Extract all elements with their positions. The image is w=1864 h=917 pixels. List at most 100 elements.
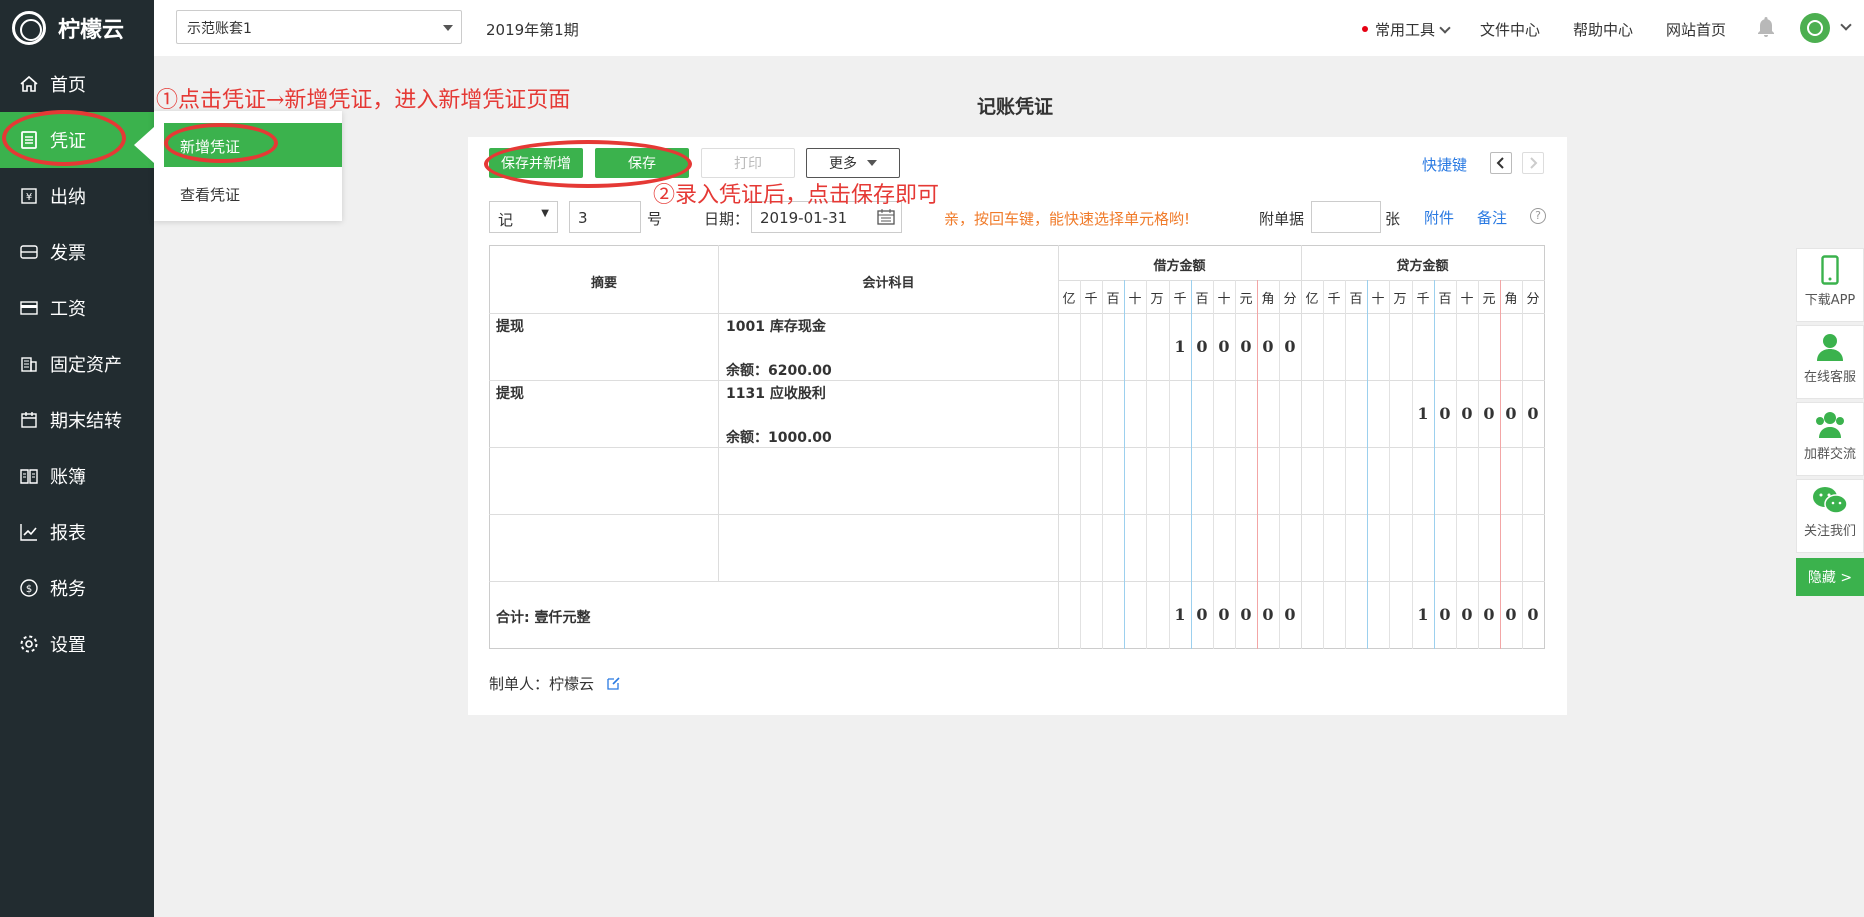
help-icon[interactable]: ?: [1530, 208, 1546, 224]
notification-dot: [1362, 26, 1368, 32]
digit-divider: [1124, 280, 1125, 649]
row4-summary-cell[interactable]: [490, 516, 718, 581]
row1-balance: 余额：6200.00: [726, 363, 832, 379]
sidebar-item-reports[interactable]: 报表: [0, 504, 154, 560]
maker-name: 柠檬云: [549, 675, 595, 693]
debit-unit-label: 万: [1150, 292, 1164, 307]
column-account: 会计科目: [862, 276, 915, 291]
digit-divider: [1500, 280, 1501, 649]
avatar-chevron-down-icon[interactable]: [1840, 19, 1852, 31]
row-divider: [489, 447, 1545, 448]
row4-account-cell[interactable]: [720, 516, 1057, 581]
chart-icon: [18, 521, 40, 543]
credit-unit-label: 百: [1438, 292, 1452, 307]
row1-debit-digit: 1: [1174, 337, 1186, 356]
row1-summary[interactable]: 提现: [496, 316, 524, 336]
sidebar-item-settings[interactable]: 设置: [0, 616, 154, 672]
row3-summary-cell[interactable]: [490, 449, 718, 514]
nav-common-tools[interactable]: 常用工具: [1375, 19, 1451, 40]
gear-icon: [18, 633, 40, 655]
sidebar-item-label: 期末结转: [50, 411, 122, 432]
voucher-type-select[interactable]: 记 ▼: [489, 201, 558, 233]
sidebar-item-label: 税务: [50, 579, 86, 600]
sidebar-item-tax[interactable]: $ 税务: [0, 560, 154, 616]
credit-unit-label: 万: [1393, 292, 1407, 307]
column-credit: 贷方金额: [1396, 259, 1449, 274]
person-icon: [1817, 334, 1843, 361]
row1-debit-digit: 0: [1262, 337, 1274, 356]
row1-account[interactable]: 1001 库存现金: [726, 316, 826, 336]
row2-balance: 余额：1000.00: [726, 430, 832, 446]
sidebar-item-ledger[interactable]: 账簿: [0, 448, 154, 504]
svg-text:¥: ¥: [26, 192, 32, 203]
row2-credit-digit: 0: [1461, 404, 1473, 423]
debit-unit-label: 百: [1195, 292, 1209, 307]
digit-divider: [1169, 280, 1170, 649]
caret-down-icon: [867, 160, 877, 166]
calendar-icon[interactable]: [877, 209, 895, 225]
edit-icon[interactable]: [607, 676, 621, 690]
credit-unit-label: 千: [1416, 292, 1430, 307]
debit-unit-label: 千: [1173, 292, 1187, 307]
row1-debit-digit: 0: [1218, 337, 1230, 356]
sidebar-item-label: 账簿: [50, 467, 86, 488]
attachment-link[interactable]: 附件: [1424, 207, 1454, 228]
row2-account[interactable]: 1131 应收股利: [726, 383, 826, 403]
total-credit-digit: 0: [1461, 605, 1473, 624]
debit-unit-label: 十: [1217, 292, 1231, 307]
float-download-app[interactable]: 下载APP: [1796, 248, 1864, 322]
hide-float-bar-button[interactable]: 隐藏 >: [1796, 558, 1864, 596]
row3-account-cell[interactable]: [720, 449, 1057, 514]
calendar-icon: [18, 409, 40, 431]
total-credit-digit: 0: [1505, 605, 1517, 624]
total-debit-digit: 0: [1196, 605, 1208, 624]
account-set-select[interactable]: 示范账套1: [176, 10, 462, 44]
more-button[interactable]: 更多: [806, 148, 900, 178]
debit-unit-label: 亿: [1062, 292, 1076, 307]
salary-icon: [18, 297, 40, 319]
group-icon: [1816, 412, 1844, 438]
float-follow-us[interactable]: 关注我们: [1796, 479, 1864, 553]
current-period: 2019年第1期: [486, 21, 579, 39]
logo[interactable]: 柠檬云: [0, 0, 154, 56]
sidebar-item-fixed-assets[interactable]: 固定资产: [0, 336, 154, 392]
nav-file-center[interactable]: 文件中心: [1480, 19, 1540, 40]
tax-icon: $: [18, 577, 40, 599]
digit-divider: [1412, 280, 1413, 649]
attachment-count-input[interactable]: [1311, 201, 1381, 233]
sidebar-item-invoice[interactable]: 发票: [0, 224, 154, 280]
row-divider: [489, 313, 1545, 314]
remark-link[interactable]: 备注: [1477, 207, 1507, 228]
print-button[interactable]: 打印: [701, 148, 795, 178]
sidebar-item-cashier[interactable]: ¥ 出纳: [0, 168, 154, 224]
sidebar-item-period-end[interactable]: 期末结转: [0, 392, 154, 448]
submenu-view-voucher[interactable]: 查看凭证: [164, 171, 342, 215]
credit-unit-label: 十: [1460, 292, 1474, 307]
prev-voucher-button[interactable]: [1490, 152, 1512, 174]
next-voucher-button[interactable]: [1522, 152, 1544, 174]
nav-website-home[interactable]: 网站首页: [1666, 19, 1726, 40]
user-avatar[interactable]: [1800, 13, 1830, 43]
ledger-icon: [18, 465, 40, 487]
voucher-number-input[interactable]: 3: [569, 201, 641, 233]
row1-debit-digit: 0: [1284, 337, 1296, 356]
brand-name: 柠檬云: [58, 18, 125, 43]
bell-icon[interactable]: [1756, 16, 1776, 38]
column-summary: 摘要: [590, 276, 617, 291]
row2-summary[interactable]: 提现: [496, 383, 524, 403]
float-join-group[interactable]: 加群交流: [1796, 402, 1864, 476]
debit-unit-label: 百: [1106, 292, 1120, 307]
total-credit-digit: 0: [1439, 605, 1451, 624]
row-divider: [489, 514, 1545, 515]
float-online-service[interactable]: 在线客服: [1796, 325, 1864, 399]
nav-help-center[interactable]: 帮助中心: [1573, 19, 1633, 40]
debit-unit-label: 角: [1261, 292, 1275, 307]
row2-credit-digit: 0: [1527, 404, 1539, 423]
chevron-left-icon: [1496, 157, 1504, 169]
row1-debit-digit: 0: [1196, 337, 1208, 356]
sidebar: 首页 凭证 ¥ 出纳 发票 工资 固定资产 期末结转 账簿 报表 $ 税务 设置: [0, 56, 154, 917]
shortcut-link[interactable]: 快捷键: [1422, 154, 1467, 175]
sidebar-item-salary[interactable]: 工资: [0, 280, 154, 336]
sidebar-item-label: 出纳: [50, 187, 86, 208]
digit-divider: [1367, 280, 1368, 649]
